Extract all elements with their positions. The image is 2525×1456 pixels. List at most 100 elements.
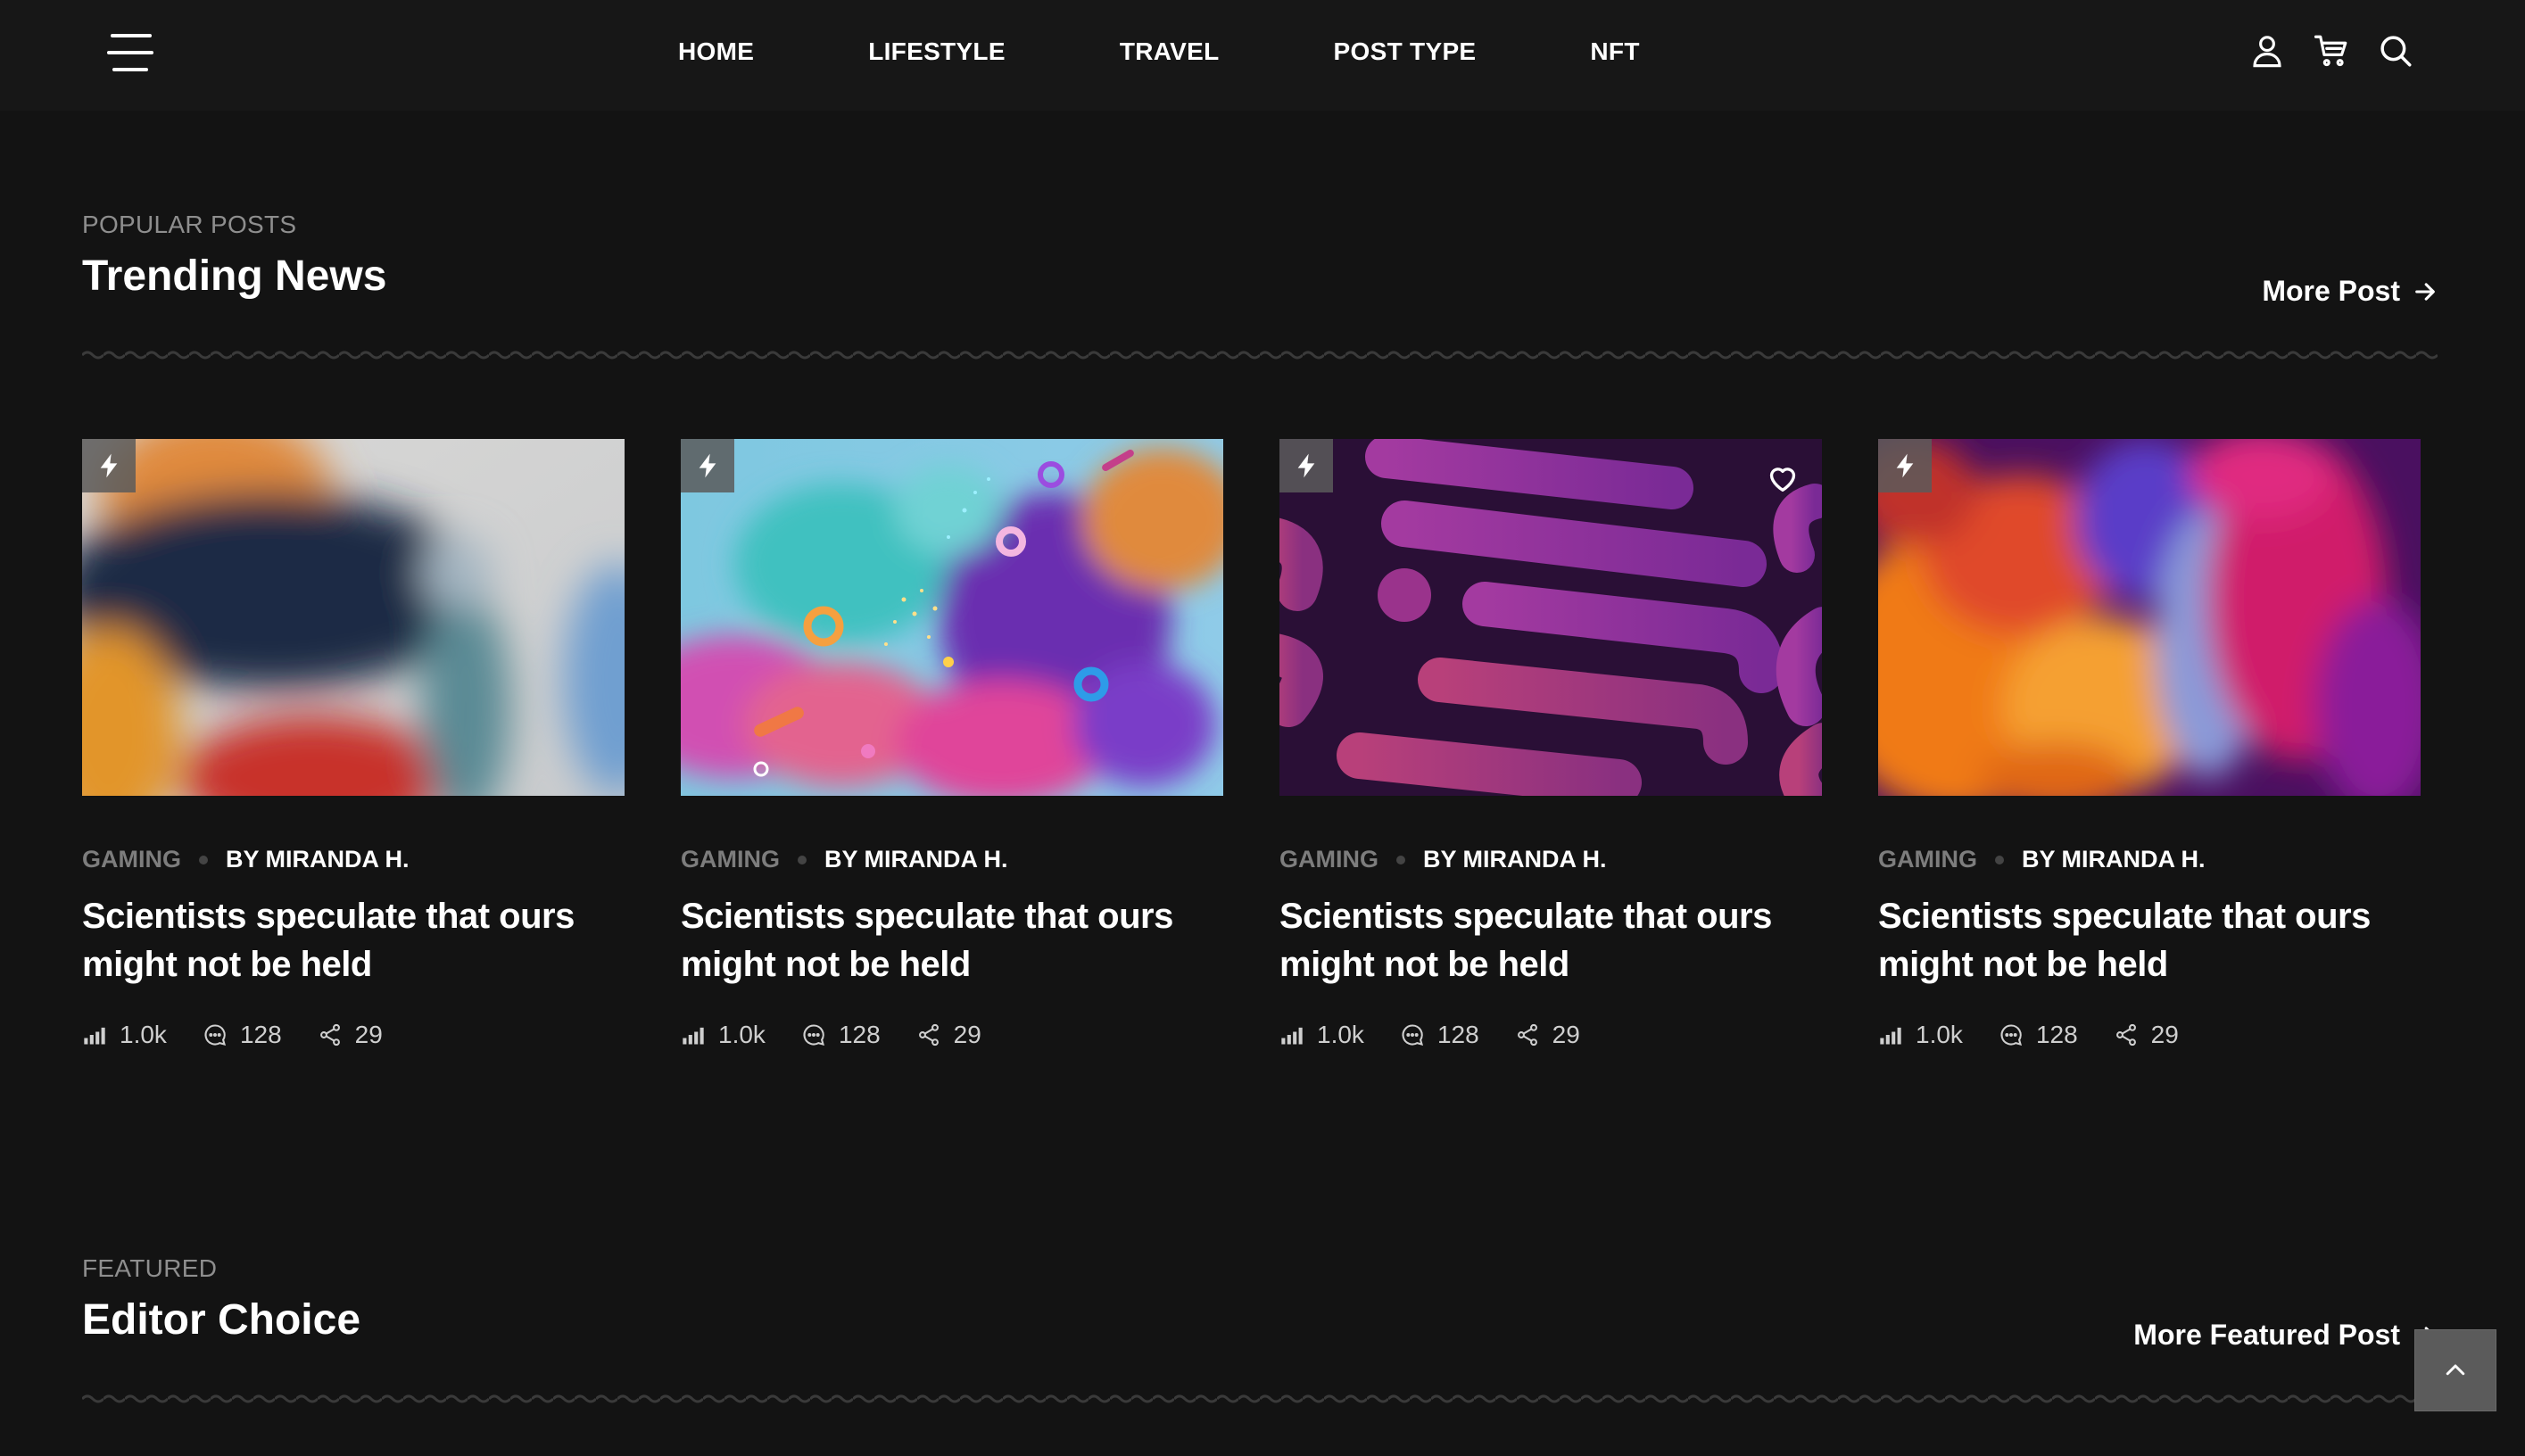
views-stat: 1.0k	[1279, 1021, 1364, 1049]
post-author[interactable]: BY MIRANDA H.	[226, 846, 410, 873]
nav-link-post-type[interactable]: POST TYPE	[1334, 37, 1477, 66]
comments-count: 128	[2035, 1021, 2078, 1048]
more-post-label: More Post	[2262, 275, 2400, 307]
post-card: GAMING BY MIRANDA H. Scientists speculat…	[82, 439, 625, 1048]
comments-stat[interactable]: 128	[1999, 1021, 2078, 1049]
post-card: GAMING BY MIRANDA H. Scientists speculat…	[1878, 439, 2421, 1048]
post-meta: GAMING BY MIRANDA H.	[82, 846, 410, 873]
lightning-icon	[1896, 453, 1914, 478]
post-meta: GAMING BY MIRANDA H.	[1279, 846, 1607, 873]
lightning-icon	[699, 453, 716, 478]
views-count: 1.0k	[1916, 1021, 1963, 1048]
arrow-right-icon	[2415, 282, 2435, 301]
navbar: HOME LIFESTYLE TRAVEL POST TYPE NFT	[0, 0, 2525, 111]
post-stats: 1.0k 128 29	[1878, 1021, 2215, 1049]
comment-icon	[204, 1024, 226, 1046]
post-thumbnail[interactable]	[1279, 439, 1822, 796]
cart-icon[interactable]	[2313, 32, 2350, 70]
search-icon[interactable]	[2377, 32, 2414, 70]
comments-count: 128	[239, 1021, 282, 1048]
user-icon[interactable]	[2248, 32, 2286, 70]
post-author[interactable]: BY MIRANDA H.	[2022, 846, 2206, 873]
comments-count: 128	[838, 1021, 881, 1048]
post-thumbnail[interactable]	[82, 439, 625, 796]
post-thumbnail[interactable]	[1878, 439, 2421, 796]
post-card: GAMING BY MIRANDA H. Scientists speculat…	[1279, 439, 1822, 1048]
post-image	[1279, 439, 1822, 796]
signal-bars-icon	[1281, 1027, 1303, 1045]
views-stat: 1.0k	[681, 1021, 766, 1049]
post-category[interactable]: GAMING	[681, 846, 780, 873]
post-title[interactable]: Scientists speculate that ours might not…	[1279, 892, 1822, 989]
share-icon	[2115, 1023, 2136, 1046]
share-icon	[319, 1023, 340, 1046]
section-label-popular: POPULAR POSTS	[82, 211, 297, 238]
post-image	[1878, 439, 2421, 796]
nav-icons	[2248, 32, 2414, 70]
shares-count: 29	[354, 1021, 383, 1048]
heart-icon[interactable]	[1765, 460, 1801, 496]
shares-stat[interactable]: 29	[916, 1021, 981, 1049]
chevron-up-icon	[2446, 1364, 2465, 1376]
comment-icon	[1402, 1024, 1423, 1046]
views-count: 1.0k	[1317, 1021, 1364, 1048]
trending-badge	[681, 439, 734, 492]
signal-bars-icon	[683, 1027, 704, 1045]
comments-count: 128	[1436, 1021, 1479, 1048]
post-category[interactable]: GAMING	[82, 846, 181, 873]
trending-badge	[82, 439, 136, 492]
post-image	[82, 439, 625, 796]
more-featured-post-label: More Featured Post	[2133, 1319, 2400, 1351]
post-meta: GAMING BY MIRANDA H.	[1878, 846, 2206, 873]
post-title[interactable]: Scientists speculate that ours might not…	[82, 892, 625, 989]
nav-link-home[interactable]: HOME	[678, 37, 754, 66]
more-featured-post-link[interactable]: More Featured Post	[2133, 1319, 2438, 1352]
trending-badge	[1279, 439, 1333, 492]
section-title-trending: Trending News	[82, 252, 387, 300]
comments-stat[interactable]: 128	[801, 1021, 881, 1049]
nav-link-nft[interactable]: NFT	[1590, 37, 1639, 66]
shares-count: 29	[1552, 1021, 1580, 1048]
post-thumbnail[interactable]	[681, 439, 1223, 796]
post-title[interactable]: Scientists speculate that ours might not…	[1878, 892, 2421, 989]
views-count: 1.0k	[718, 1021, 766, 1048]
section-title-editor-choice: Editor Choice	[82, 1296, 361, 1344]
post-title[interactable]: Scientists speculate that ours might not…	[681, 892, 1223, 989]
meta-separator	[798, 855, 807, 864]
post-author[interactable]: BY MIRANDA H.	[1423, 846, 1607, 873]
section-label-featured: FEATURED	[82, 1254, 218, 1282]
main-nav: HOME LIFESTYLE TRAVEL POST TYPE NFT	[678, 0, 1640, 103]
post-stats: 1.0k 128 29	[1279, 1021, 1616, 1049]
nav-link-lifestyle[interactable]: LIFESTYLE	[868, 37, 1006, 66]
meta-separator	[199, 855, 208, 864]
nav-link-travel[interactable]: TRAVEL	[1120, 37, 1220, 66]
post-meta: GAMING BY MIRANDA H.	[681, 846, 1008, 873]
comment-icon	[2000, 1024, 2022, 1046]
share-icon	[918, 1023, 939, 1046]
shares-count: 29	[2150, 1021, 2179, 1048]
wavy-divider	[82, 348, 2438, 362]
shares-stat[interactable]: 29	[1515, 1021, 1580, 1049]
menu-icon[interactable]	[107, 34, 153, 71]
comments-stat[interactable]: 128	[1400, 1021, 1479, 1049]
post-category[interactable]: GAMING	[1878, 846, 1977, 873]
shares-stat[interactable]: 29	[318, 1021, 383, 1049]
post-card: GAMING BY MIRANDA H. Scientists speculat…	[681, 439, 1223, 1048]
wavy-divider	[82, 1392, 2438, 1406]
shares-count: 29	[953, 1021, 981, 1048]
views-stat: 1.0k	[82, 1021, 167, 1049]
scroll-to-top-button[interactable]	[2414, 1329, 2496, 1411]
comments-stat[interactable]: 128	[203, 1021, 282, 1049]
trending-badge	[1878, 439, 1932, 492]
post-image	[681, 439, 1223, 796]
shares-stat[interactable]: 29	[2114, 1021, 2179, 1049]
lightning-icon	[1297, 453, 1315, 478]
lightning-icon	[100, 453, 118, 478]
post-category[interactable]: GAMING	[1279, 846, 1378, 873]
more-post-link[interactable]: More Post	[2262, 275, 2438, 308]
post-stats: 1.0k 128 29	[681, 1021, 1017, 1049]
meta-separator	[1396, 855, 1405, 864]
post-stats: 1.0k 128 29	[82, 1021, 418, 1049]
views-count: 1.0k	[120, 1021, 167, 1048]
post-author[interactable]: BY MIRANDA H.	[824, 846, 1008, 873]
